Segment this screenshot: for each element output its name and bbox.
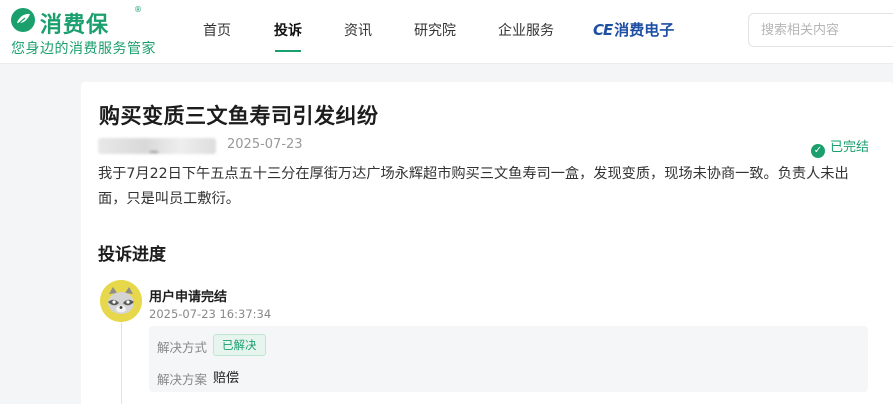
brand-slogan: 您身边的消费服务管家 [11, 41, 156, 57]
check-circle-icon: ✓ [810, 144, 825, 158]
complaint-date: 2025-07-23 [227, 137, 303, 152]
ce-mark: CE [593, 21, 613, 39]
complaint-title: 购买变质三文鱼寿司引发纠纷 [99, 104, 379, 128]
step-title: 用户申请完结 [149, 290, 228, 305]
complaint-card: 购买变质三文鱼寿司引发纠纷 2025-07-23 ✓ 已完结 我于7月22日下午五… [81, 82, 893, 404]
nav-item-home[interactable]: 首页 [203, 20, 231, 40]
resolution-plan-value: 赔偿 [213, 371, 240, 386]
top-header: 消费保 ® 您身边的消费服务管家 首页 投诉 资讯 研究院 企业服务 CE 消费电… [0, 0, 893, 64]
nav-active-indicator [275, 50, 301, 52]
registered-mark: ® [134, 5, 142, 14]
blurred-username [98, 138, 216, 154]
ce-label: 消费电子 [614, 21, 675, 39]
resolution-method-badge: 已解决 [213, 334, 266, 356]
resolution-details: 解决方式 已解决 解决方案 赔偿 [149, 326, 868, 392]
nav-item-complaint[interactable]: 投诉 [274, 20, 302, 40]
nav-item-research[interactable]: 研究院 [414, 20, 456, 40]
resolution-method-label: 解决方式 [157, 340, 208, 355]
brand-name: 消费保 [40, 13, 110, 38]
timeline-line [121, 322, 122, 404]
status-label: 已完结 [829, 140, 869, 155]
raccoon-avatar-icon [100, 280, 142, 322]
step-time: 2025-07-23 16:37:34 [149, 307, 272, 321]
site-logo[interactable]: 消费保 ® 您身边的消费服务管家 [10, 4, 180, 60]
ce-consumer-electronics-link[interactable]: CE 消费电子 [593, 19, 674, 40]
nav-item-news[interactable]: 资讯 [344, 20, 372, 40]
nav-item-enterprise[interactable]: 企业服务 [498, 20, 554, 40]
progress-heading: 投诉进度 [98, 245, 166, 265]
search-box [748, 13, 893, 47]
resolution-plan-label: 解决方案 [157, 372, 208, 387]
status-badge: ✓ 已完结 [810, 136, 869, 158]
search-input[interactable] [761, 14, 891, 46]
complaint-description: 我于7月22日下午五点五十三分在厚街万达广场永辉超市购买三文鱼寿司一盒，发现变质… [98, 166, 849, 207]
leaf-logo-icon [11, 8, 35, 32]
